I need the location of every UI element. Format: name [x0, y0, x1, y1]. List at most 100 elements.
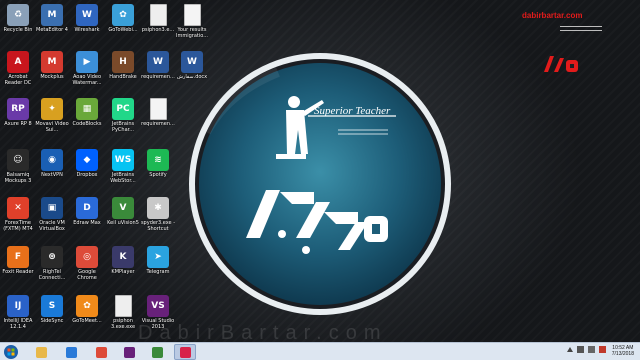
- desktop-shortcut-label: requiremen...: [141, 74, 175, 80]
- dropbox-icon: ◆: [76, 149, 98, 171]
- desktop-shortcut-label: Telegram: [146, 269, 170, 275]
- desktop-shortcut[interactable]: RP Axure RP 8: [0, 98, 36, 127]
- desktop-shortcut[interactable]: D Edraw Max: [69, 197, 105, 226]
- taskbar-media-player[interactable]: [60, 344, 82, 360]
- foxit-icon: F: [7, 246, 29, 268]
- desktop-shortcut[interactable]: ▦ CodeBlocks: [69, 98, 105, 127]
- desktop-shortcut[interactable]: A Acrobat Reader DC: [0, 51, 36, 86]
- desktop-shortcut[interactable]: H HandBrake: [105, 51, 141, 80]
- desktop-shortcut-label: Balsamiq Mockups 3: [4, 172, 32, 184]
- desktop-shortcut[interactable]: PC JetBrains PyChar...: [105, 98, 141, 133]
- desktop-shortcut[interactable]: ☺ Balsamiq Mockups 3: [0, 149, 36, 184]
- keil-icon: V: [112, 197, 134, 219]
- desktop-shortcut-label: Edraw Max: [73, 220, 101, 226]
- nextvpn-icon: ◉: [41, 149, 63, 171]
- desktop-shortcut-label: Mockplus: [40, 74, 64, 80]
- taskbar-visual-studio[interactable]: [118, 344, 140, 360]
- taskbar-file-explorer-icon: [35, 346, 47, 358]
- mockplus-icon: M: [41, 51, 63, 73]
- desktop-shortcut[interactable]: psiphon3.e...: [140, 4, 176, 33]
- taskbar-file-explorer[interactable]: [30, 344, 52, 360]
- desktop-shortcut[interactable]: requiremen...: [140, 98, 176, 127]
- desktop-shortcut[interactable]: ✿ GoToWebi...: [105, 4, 141, 33]
- brand-divider: [560, 26, 602, 31]
- taskbar-chrome[interactable]: [90, 344, 112, 360]
- desktop-shortcut-label: spyder3.exe - Shortcut: [140, 220, 176, 232]
- desktop-shortcut[interactable]: ✕ ForexTime (FXTM) MT4: [0, 197, 36, 232]
- desktop-shortcut[interactable]: ◆ Dropbox: [69, 149, 105, 178]
- desktop-shortcut-label: Aoao Video Watermar...: [72, 74, 102, 86]
- taskbar-app-icon: [151, 346, 163, 358]
- rightel-icon: ⊛: [41, 246, 63, 268]
- metaeditor-icon: M: [41, 4, 63, 26]
- desktop-shortcut[interactable]: ▶ Aoao Video Watermar...: [69, 51, 105, 86]
- desktop-shortcut[interactable]: ♻ Recycle Bin: [0, 4, 36, 33]
- taskbar-app[interactable]: [146, 344, 168, 360]
- notification-flag-icon[interactable]: [599, 346, 606, 353]
- desktop-shortcut[interactable]: S SideSync: [34, 295, 70, 324]
- desktop-shortcut[interactable]: M MetaEditor 4: [34, 4, 70, 33]
- pycharm-icon: PC: [112, 98, 134, 120]
- chrome-icon: ◎: [76, 246, 98, 268]
- webstorm-icon: WS: [112, 149, 134, 171]
- taskbar-visual-studio-icon: [123, 346, 135, 358]
- network-icon[interactable]: [577, 346, 584, 353]
- document-icon: [149, 98, 167, 120]
- desktop-shortcut[interactable]: K KMPlayer: [105, 246, 141, 275]
- movavi-icon: ✦: [41, 98, 63, 120]
- desktop-shortcut[interactable]: F Foxit Reader: [0, 246, 36, 275]
- handbrake-icon: H: [112, 51, 134, 73]
- kmplayer-icon: K: [112, 246, 134, 268]
- desktop-shortcut-label: MetaEditor 4: [36, 27, 68, 33]
- desktop-shortcut-label: Google Chrome: [77, 269, 97, 281]
- desktop-shortcut-label: NextVPN: [41, 172, 63, 178]
- desktop-shortcut-label: Wireshark: [74, 27, 100, 33]
- spyder-icon: ✱: [147, 197, 169, 219]
- emblem-caption: Superior Teacher: [314, 105, 391, 117]
- taskbar-screen-recorder[interactable]: [174, 344, 196, 360]
- desktop-shortcut-label: requiremen...: [141, 121, 175, 127]
- brand-url: dabirbartar.com: [522, 11, 583, 20]
- desktop-shortcut[interactable]: ▣ Oracle VM VirtualBox: [34, 197, 70, 232]
- spotify-icon: ≋: [147, 149, 169, 171]
- desktop-shortcut[interactable]: ◉ NextVPN: [34, 149, 70, 178]
- desktop-shortcut-label: SideSync: [40, 318, 64, 324]
- desktop-shortcut[interactable]: ✱ spyder3.exe - Shortcut: [140, 197, 176, 232]
- desktop-shortcut[interactable]: V Keil uVision5: [105, 197, 141, 226]
- desktop-shortcut[interactable]: ≋ Spotify: [140, 149, 176, 178]
- virtualbox-icon: ▣: [41, 197, 63, 219]
- desktop-shortcut[interactable]: ⊛ RighTel Connecti...: [34, 246, 70, 281]
- desktop-shortcut[interactable]: M Mockplus: [34, 51, 70, 80]
- gotowebinar-icon: ✿: [112, 4, 134, 26]
- brand-logo: [544, 56, 578, 72]
- desktop-shortcut-label: Spotify: [149, 172, 167, 178]
- desktop-shortcut[interactable]: ◎ Google Chrome: [69, 246, 105, 281]
- desktop-shortcut-label: HandBrake: [109, 74, 137, 80]
- aoao-icon: ▶: [76, 51, 98, 73]
- edraw-icon: D: [76, 197, 98, 219]
- desktop-shortcut-label: Dropbox: [76, 172, 98, 178]
- taskbar-screen-recorder-icon: [179, 346, 191, 358]
- desktop-shortcut[interactable]: ➤ Telegram: [140, 246, 176, 275]
- desktop-shortcut[interactable]: ✿ GoToMeet...: [69, 295, 105, 324]
- desktop-shortcut[interactable]: W Wireshark: [69, 4, 105, 33]
- taskbar-clock[interactable]: 10:52 AM 7/13/2018: [612, 345, 634, 357]
- desktop-shortcut[interactable]: IJ IntelliJ IDEA 12.1.4: [0, 295, 36, 330]
- wireshark-icon: W: [76, 4, 98, 26]
- desktop-shortcut[interactable]: psiphon 3.exe.exe: [105, 295, 141, 330]
- desktop-shortcut[interactable]: Your results Immigratio...: [174, 4, 210, 39]
- desktop-shortcut-label: JetBrains WebStor...: [110, 172, 136, 184]
- desktop-shortcut[interactable]: Wrequiremen...: [140, 51, 176, 80]
- clock-date: 7/13/2018: [611, 351, 634, 357]
- desktop: ♻ Recycle Bin M MetaEditor 4 W Wireshark ✿ GoTo…: [0, 0, 640, 342]
- desktop-shortcut[interactable]: WS JetBrains WebStor...: [105, 149, 141, 184]
- windows-start-button[interactable]: [4, 345, 18, 359]
- desktop-shortcut-label: Keil uVision5: [107, 220, 139, 226]
- show-hidden-icons-icon[interactable]: [567, 347, 573, 352]
- desktop-shortcut-label: ForexTime (FXTM) MT4: [3, 220, 33, 232]
- volume-icon[interactable]: [588, 346, 595, 353]
- desktop-shortcut-label: psiphon3.e...: [141, 27, 175, 33]
- desktop-shortcut-label: Acrobat Reader DC: [4, 74, 32, 86]
- desktop-shortcut[interactable]: ✦ Movavi Video Sui...: [34, 98, 70, 133]
- intellij-icon: IJ: [7, 295, 29, 317]
